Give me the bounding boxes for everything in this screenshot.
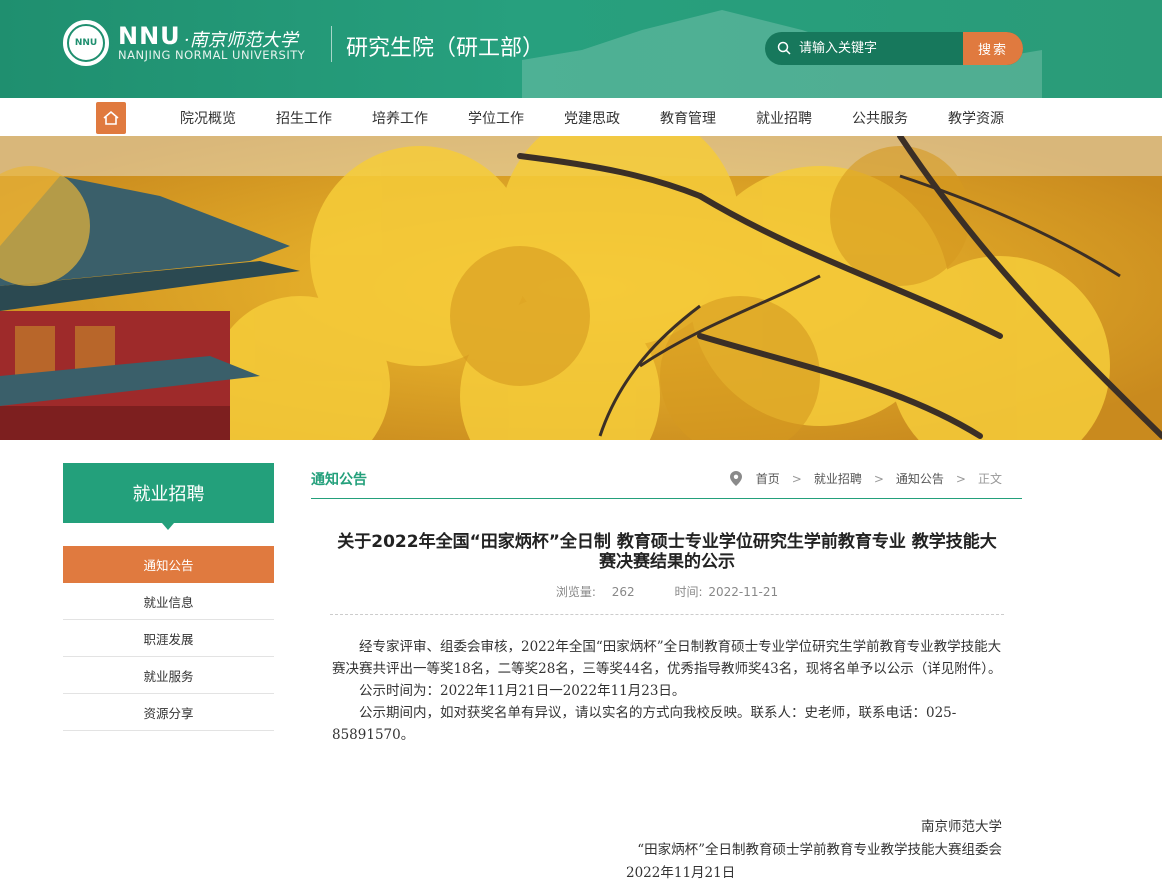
site-name[interactable]: 研究生院（研工部） bbox=[346, 30, 544, 62]
title-divider bbox=[330, 614, 1004, 615]
signature-committee: “田家炳杯”全日制教育硕士学前教育专业教学技能大赛组委会 bbox=[637, 842, 1002, 858]
seal-text: NNU bbox=[67, 24, 105, 62]
sidebar-item-job-info[interactable]: 就业信息 bbox=[63, 583, 274, 620]
sidebar-item-career-development[interactable]: 职涯发展 bbox=[63, 620, 274, 657]
article-paragraph: 经专家评审、组委会审核，2022年全国“田家炳杯”全日制教育硕士专业学位研究生学… bbox=[332, 639, 1002, 677]
nav-item-overview[interactable]: 院况概览 bbox=[180, 108, 236, 128]
breadcrumb-home[interactable]: 首页 bbox=[756, 470, 780, 487]
article-paragraph: 公示期间内，如对获奖名单有异议，请以实名的方式向我校反映。联系人：史老师，联系电… bbox=[332, 705, 957, 743]
signature-date: 2022年11月21日 bbox=[626, 865, 736, 881]
nav-item-public-service[interactable]: 公共服务 bbox=[852, 108, 908, 128]
search-button[interactable]: 搜索 bbox=[963, 32, 1023, 65]
breadcrumb-separator: > bbox=[873, 471, 884, 486]
search-box: 搜索 bbox=[765, 32, 1023, 65]
breadcrumb: 首页 > 就业招聘 > 通知公告 > 正文 bbox=[729, 470, 1008, 487]
nav-item-teaching-resources[interactable]: 教学资源 bbox=[948, 108, 1004, 128]
breadcrumb-separator: > bbox=[955, 471, 966, 486]
logo-divider bbox=[331, 26, 332, 62]
location-pin-icon bbox=[729, 471, 742, 486]
sidebar-item-notices[interactable]: 通知公告 bbox=[63, 546, 274, 583]
banner-image bbox=[0, 136, 1162, 440]
breadcrumb-notices[interactable]: 通知公告 bbox=[896, 470, 944, 487]
views-label: 浏览量: bbox=[555, 585, 596, 599]
sidebar-item-employment-service[interactable]: 就业服务 bbox=[63, 657, 274, 694]
views-count: 262 bbox=[611, 585, 635, 599]
article-paragraph: 公示时间为：2022年11月21日一2022年11月23日。 bbox=[359, 683, 686, 699]
logo-english-name: NANJING NORMAL UNIVERSITY bbox=[118, 48, 306, 62]
breadcrumb-bar: 通知公告 首页 > 就业招聘 > 通知公告 > 正文 bbox=[311, 463, 1022, 499]
nav-item-party[interactable]: 党建思政 bbox=[564, 108, 620, 128]
home-button[interactable] bbox=[96, 102, 126, 134]
nav-item-degree[interactable]: 学位工作 bbox=[468, 108, 524, 128]
sidebar-item-resource-sharing[interactable]: 资源分享 bbox=[63, 694, 274, 731]
article-title: 关于2022年全国“田家炳杯”全日制 教育硕士专业学位研究生学前教育专业 教学技… bbox=[337, 532, 997, 572]
nav-item-admissions[interactable]: 招生工作 bbox=[276, 108, 332, 128]
publish-time: 2022-11-21 bbox=[708, 585, 779, 599]
logo-nnu-text: NNU bbox=[118, 22, 181, 50]
time-label: 时间: bbox=[674, 585, 703, 599]
home-icon bbox=[103, 110, 119, 125]
sidebar-title: 就业招聘 bbox=[63, 463, 274, 530]
nav-item-employment[interactable]: 就业招聘 bbox=[756, 108, 812, 128]
search-icon bbox=[777, 41, 791, 55]
ginkgo-pavilion-image bbox=[0, 136, 1162, 440]
breadcrumb-separator: > bbox=[791, 471, 802, 486]
breadcrumb-employment[interactable]: 就业招聘 bbox=[814, 470, 862, 487]
article-body: 经专家评审、组委会审核，2022年全国“田家炳杯”全日制教育硕士专业学位研究生学… bbox=[332, 636, 1004, 746]
section-title: 通知公告 bbox=[311, 472, 367, 488]
nav-item-education-management[interactable]: 教育管理 bbox=[660, 108, 716, 128]
search-input[interactable] bbox=[799, 32, 989, 65]
breadcrumb-current: 正文 bbox=[977, 472, 1002, 486]
signature-organization: 南京师范大学 bbox=[921, 819, 1002, 835]
nav-item-training[interactable]: 培养工作 bbox=[372, 108, 428, 128]
article-meta: 浏览量: 262 时间: 2022-11-21 bbox=[330, 583, 1004, 600]
university-seal-logo[interactable]: NNU bbox=[63, 20, 109, 66]
